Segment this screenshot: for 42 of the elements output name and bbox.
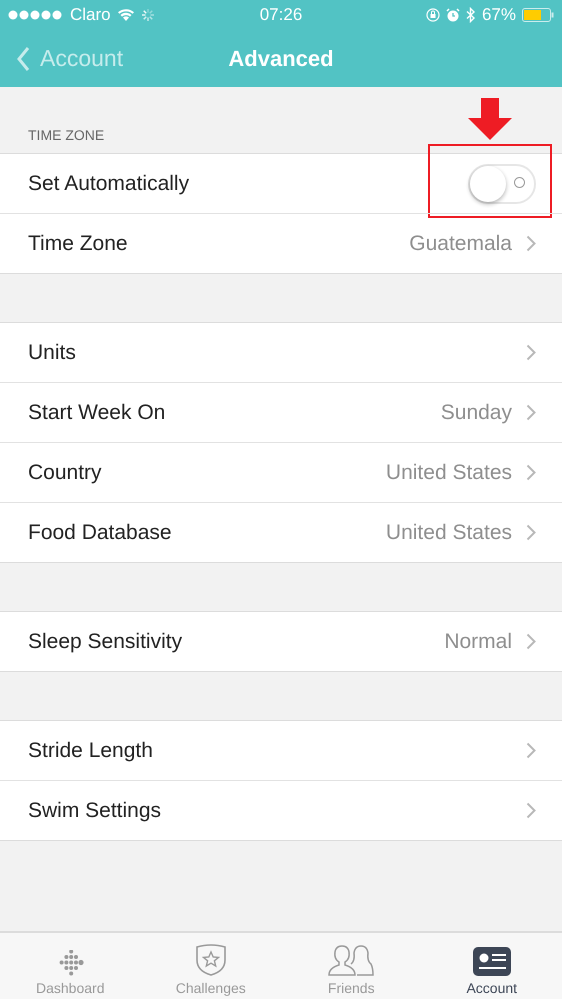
spinner-icon xyxy=(140,8,155,22)
chevron-right-icon xyxy=(526,344,536,361)
section-header: TIME ZONE xyxy=(28,127,104,143)
battery-icon xyxy=(522,8,554,22)
setting-label[interactable]: Sleep Sensitivity xyxy=(28,630,182,654)
setting-label[interactable]: Set Automatically xyxy=(28,172,190,196)
signal-icon xyxy=(8,10,64,20)
screen-title: Advanced xyxy=(228,46,334,72)
chevron-right-icon xyxy=(526,524,536,541)
setting-value: United States xyxy=(386,460,512,484)
setting-label[interactable]: Swim Settings xyxy=(28,798,162,822)
down-arrow-icon xyxy=(468,98,512,140)
chevron-left-icon xyxy=(16,46,30,72)
setting-value: Normal xyxy=(444,630,512,654)
toggle-switch[interactable] xyxy=(468,164,536,204)
setting-label[interactable]: Units xyxy=(28,340,76,364)
shield-star-icon xyxy=(194,944,228,976)
setting-value: Sunday xyxy=(440,400,512,424)
people-icon xyxy=(327,944,376,976)
chevron-right-icon xyxy=(526,404,536,421)
chevron-right-icon xyxy=(526,742,536,759)
alarm-icon xyxy=(446,8,460,22)
setting-value: Guatemala xyxy=(409,232,512,256)
setting-label[interactable]: Country xyxy=(28,460,102,484)
setting-label[interactable]: Time Zone xyxy=(28,232,128,256)
setting-label[interactable]: Stride Length xyxy=(28,738,153,762)
chevron-right-icon xyxy=(526,235,536,252)
setting-label[interactable]: Food Database xyxy=(28,520,172,544)
id-card-icon xyxy=(472,947,511,976)
carrier-name: Claro xyxy=(70,5,111,25)
bluetooth-icon xyxy=(466,7,476,23)
chevron-right-icon xyxy=(526,802,536,819)
battery-percent: 67% xyxy=(482,5,516,25)
setting-value: United States xyxy=(386,520,512,544)
wifi-icon xyxy=(116,8,135,22)
clock-time: 07:26 xyxy=(260,5,302,25)
setting-label[interactable]: Start Week On xyxy=(28,400,166,424)
tab-bar-item[interactable]: Account xyxy=(422,933,562,999)
chevron-right-icon xyxy=(526,464,536,481)
chevron-right-icon xyxy=(526,633,536,650)
back-label: Account xyxy=(40,45,124,72)
rotation-lock-icon xyxy=(426,8,440,22)
